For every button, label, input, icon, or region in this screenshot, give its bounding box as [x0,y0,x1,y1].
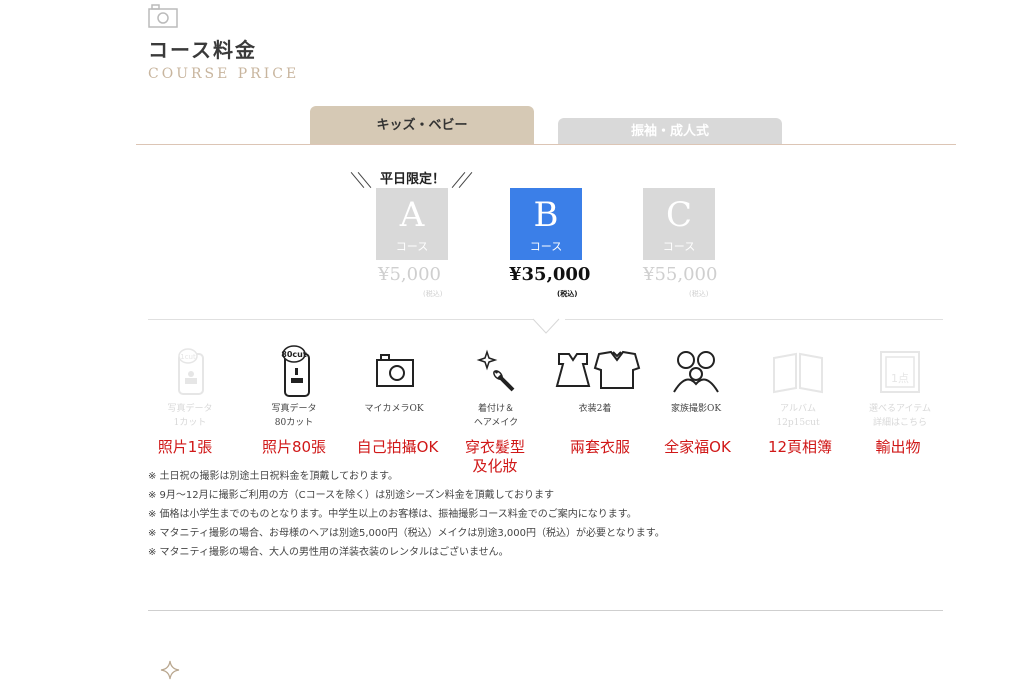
feature-hair-makeup: 着付け＆ ヘアメイク [446,344,546,430]
note-item: ※ マタニティ撮影の場合、お母様のヘアは別途5,000円（税込）メイクは別途3,… [148,528,665,539]
decor-slash [350,172,365,188]
course-word: コース [529,240,563,253]
section-subtitle: COURSE PRICE [148,66,300,82]
course-b-button[interactable]: B コース [510,188,582,260]
features-divider [565,319,943,320]
course-letter: C [665,195,692,235]
tab-furisode[interactable]: 振袖・成人式 [558,118,782,145]
course-a-price: ¥5,000 [378,264,441,285]
tab-divider [136,144,956,145]
feature-photo-1cut: 1cut 写真データ 1カット [140,344,240,430]
feature-two-outfits: 衣装2着 [545,344,645,416]
course-word: コース [395,240,429,253]
feature-label: アルバム [780,404,816,414]
feature-label: 衣装2着 [578,404,612,414]
decor-slash [357,172,372,188]
feature-label: ヘアメイク [473,418,519,428]
sparkle-icon [160,660,180,684]
notes-list: ※ 土日祝の撮影は別途土日祝料金を頂戴しております。 ※ 9月～12月に撮影ご利… [148,467,665,562]
tab-kids-baby[interactable]: キッズ・ベビー [310,106,534,144]
camera-icon [148,4,178,28]
feature-label: 写真データ [271,404,317,414]
weekday-limited-label: 平日限定！ [380,172,446,187]
section-divider [148,610,943,611]
phone-icon: 80cut [281,345,310,397]
note-item: ※ 9月～12月に撮影ご利用の方（Cコースを除く）は別途シーズン料金を頂戴してお… [148,490,555,501]
course-c-button[interactable]: C コース [643,188,715,260]
annotation: 照片80張 [261,438,327,456]
course-letter: B [533,195,559,235]
features-divider [148,319,533,320]
svg-text:1点: 1点 [891,372,909,385]
phone-icon: 1cut [178,348,204,395]
annotation: 自己拍攝OK [356,438,439,456]
feature-label[interactable]: 選べるアイテム [850,402,950,416]
album-icon [773,352,823,394]
feature-my-camera: マイカメラOK [344,344,444,416]
pointer-notch [532,307,560,335]
frame-icon: 1点 [880,351,920,393]
outfits-icon [555,350,641,389]
feature-selectable-item: 1点 選べるアイテム 詳細はこちら [850,344,950,430]
section-title: コース料金 [148,38,257,62]
annotation: 輸出物 [875,438,921,456]
annotation: 兩套衣服 [569,438,630,456]
makeup-brush-icon [476,349,515,392]
feature-label: 家族撮影OK [670,404,722,414]
svg-text:1cut: 1cut [180,353,196,361]
feature-album: アルバム 12p15cut [748,344,848,430]
camera-icon [376,354,414,387]
course-a-tax: (税込) [423,290,443,298]
course-b-price: ¥35,000 [509,264,591,285]
annotation: 照片1張 [157,438,213,456]
course-c-price: ¥55,000 [643,264,718,285]
annotation-line: 穿衣髮型 [464,438,525,456]
course-letter: A [399,195,425,235]
feature-label: 写真データ [167,404,213,414]
annotation: 全家福OK [664,438,731,456]
feature-label: 着付け＆ [477,404,514,414]
note-item: ※ マタニティ撮影の場合、大人の男性用の洋装衣装のレンタルはございません。 [148,547,509,558]
feature-label: 80カット [274,418,314,428]
annotation: 12頁相簿 [767,438,833,456]
course-a-button[interactable]: A コース [376,188,448,260]
feature-photo-80cut: 80cut 写真データ 80カット [244,344,344,430]
feature-label: 1カット [173,418,207,428]
svg-text:80cut: 80cut [281,350,307,359]
feature-label: マイカメラOK [364,404,424,414]
feature-family-photo: 家族撮影OK [646,344,746,416]
family-icon [673,351,719,393]
course-c-tax: (税込) [689,290,709,298]
course-b-tax: (税込) [557,290,578,298]
note-item: ※ 土日祝の撮影は別途土日祝料金を頂戴しております。 [148,471,398,482]
feature-label[interactable]: 詳細はこちら [850,416,950,430]
note-item: ※ 価格は小学生までのものとなります。中学生以上のお客様は、振袖撮影コース料金で… [148,509,637,520]
feature-label: 12p15cut [776,418,820,428]
course-word: コース [662,240,696,253]
